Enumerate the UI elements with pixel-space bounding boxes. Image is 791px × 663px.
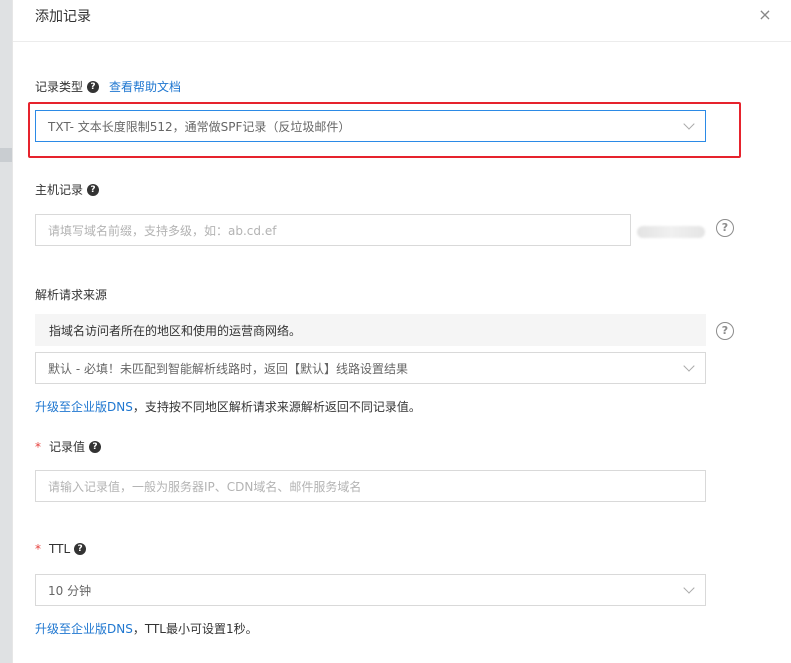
page-backdrop [0,0,12,663]
domain-suffix-redacted [637,226,705,238]
upgrade-enterprise-link[interactable]: 升级至企业版DNS [35,622,133,636]
question-icon[interactable]: ? [87,80,100,93]
record-value-label-row: * 记录值 ? [35,438,102,455]
upgrade-enterprise-link[interactable]: 升级至企业版DNS [35,400,133,414]
question-icon[interactable]: ? [87,183,100,196]
record-type-select[interactable]: TXT- 文本长度限制512，通常做SPF记录（反垃圾邮件） [35,110,706,142]
record-value-placeholder: 请输入记录值，一般为服务器IP、CDN域名、邮件服务域名 [48,479,362,494]
resolve-source-hint-text: 指域名访问者所在的地区和使用的运营商网络。 [49,323,302,338]
resolve-source-label-row: 解析请求来源 [35,286,107,303]
record-type-value: TXT- 文本长度限制512，通常做SPF记录（反垃圾邮件） [48,119,351,134]
backdrop-element [0,148,12,162]
ttl-select[interactable]: 10 分钟 [35,574,706,606]
resolve-source-label: 解析请求来源 [35,288,108,302]
host-record-label: 主机记录 [35,183,84,197]
chevron-down-icon [683,582,695,594]
resolve-source-hint: 指域名访问者所在的地区和使用的运营商网络。 [35,314,706,346]
record-type-label: 记录类型 [35,80,84,94]
ttl-label-row: * TTL ? [35,542,87,556]
add-record-dialog: 添加记录 × 记录类型 ? 查看帮助文档 TXT- 文本长度限制512，通常做S… [12,0,791,663]
resolve-source-value: 默认 - 必填！未匹配到智能解析线路时，返回【默认】线路设置结果 [48,361,408,376]
record-value-input[interactable]: 请输入记录值，一般为服务器IP、CDN域名、邮件服务域名 [35,470,706,502]
required-mark: * [35,542,41,556]
help-circle-icon[interactable]: ? [716,219,734,237]
ttl-upgrade-note-text: ，TTL最小可设置1秒。 [132,622,258,636]
close-icon[interactable]: × [756,6,774,24]
dialog-header: 添加记录 × [13,0,791,42]
chevron-down-icon [683,360,695,372]
dialog-title: 添加记录 [35,9,91,25]
help-doc-link[interactable]: 查看帮助文档 [109,78,181,95]
host-record-label-row: 主机记录 ? [35,181,100,198]
record-value-label: 记录值 [49,440,86,454]
ttl-value: 10 分钟 [48,583,92,598]
question-icon[interactable]: ? [89,440,102,453]
resolve-upgrade-note: 升级至企业版DNS，支持按不同地区解析请求来源解析返回不同记录值。 [35,398,421,415]
ttl-upgrade-note: 升级至企业版DNS，TTL最小可设置1秒。 [35,620,258,637]
record-type-label-row: 记录类型 ? 查看帮助文档 [35,78,181,95]
question-icon[interactable]: ? [74,543,87,555]
host-record-input[interactable]: 请填写域名前缀，支持多级，如：ab.cd.ef [35,214,631,246]
chevron-down-icon [683,118,695,130]
upgrade-note-text: ，支持按不同地区解析请求来源解析返回不同记录值。 [132,400,421,414]
host-record-placeholder: 请填写域名前缀，支持多级，如：ab.cd.ef [48,223,277,238]
required-mark: * [35,439,41,454]
help-circle-icon[interactable]: ? [716,322,734,340]
ttl-label: TTL [49,542,71,556]
resolve-source-select[interactable]: 默认 - 必填！未匹配到智能解析线路时，返回【默认】线路设置结果 [35,352,706,384]
